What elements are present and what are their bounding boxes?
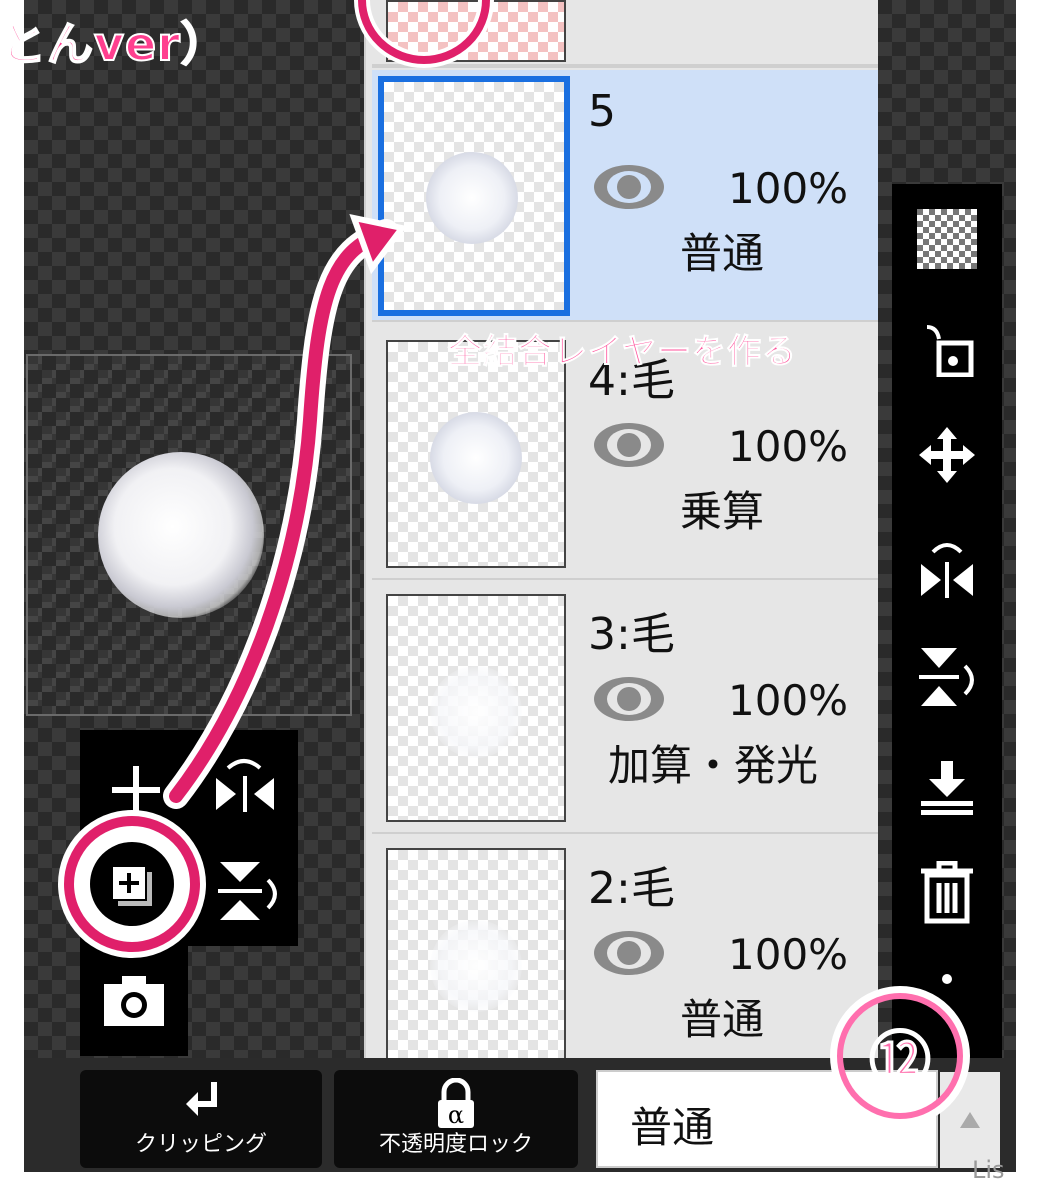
flip-icon[interactable] — [210, 754, 280, 814]
layer-blend-mode: 加算・発光 — [608, 741, 819, 790]
eye-icon[interactable] — [592, 420, 666, 470]
layer-row-partial[interactable] — [372, 0, 878, 68]
layer-thumbnail — [386, 0, 566, 62]
clipping-button[interactable]: クリッピング — [80, 1070, 322, 1168]
alpha-lock-label: 不透明度ロック — [378, 1132, 533, 1157]
add-merged-layer-icon — [90, 842, 174, 926]
step-number: ⑫ — [868, 1024, 931, 1098]
transparency-icon[interactable] — [912, 204, 982, 274]
svg-text:α: α — [448, 1101, 464, 1129]
layer-name: 5 — [588, 86, 616, 137]
layer-row-3[interactable]: 3:毛 100% 加算・発光 — [372, 582, 878, 834]
layer-name: 3:毛 — [588, 609, 675, 660]
clipping-label: クリッピング — [134, 1132, 267, 1157]
merge-layer-icon[interactable] — [912, 312, 982, 382]
flip-horizontal-icon[interactable] — [912, 534, 982, 604]
merge-down-icon[interactable] — [912, 752, 982, 822]
layer-panel: 5 100% 普通 4:毛 100% 乗算 3:毛 100% 加算・発光 2:毛… — [364, 0, 878, 1058]
flip-vertical-icon[interactable] — [214, 856, 284, 926]
eye-icon[interactable] — [592, 928, 666, 978]
annotation-label: 全結合レイヤーを作る — [448, 332, 797, 373]
fluff-ball-image — [98, 452, 264, 618]
layer-opacity: 100% — [728, 676, 849, 725]
add-merged-layer-button[interactable] — [64, 816, 200, 952]
flip-vertical-icon[interactable] — [912, 642, 982, 712]
layer-tools-toolbar — [892, 184, 1002, 1064]
layer-opacity: 100% — [728, 930, 849, 979]
eye-icon[interactable] — [592, 674, 666, 724]
layer-row-2[interactable]: 2:毛 100% 普通 — [372, 836, 878, 1058]
layer-row-5[interactable]: 5 100% 普通 — [372, 70, 878, 322]
layer-blend-mode: 普通 — [680, 229, 765, 278]
layer-blend-mode: 乗算 — [680, 487, 765, 536]
camera-toolbar — [80, 946, 188, 1056]
camera-icon[interactable] — [102, 972, 166, 1028]
move-icon[interactable] — [912, 420, 982, 490]
layer-name: 2:毛 — [588, 863, 675, 914]
blend-mode-value: 普通 — [630, 1103, 715, 1152]
layer-blend-mode: 普通 — [680, 995, 765, 1044]
layer-opacity: 100% — [728, 164, 849, 213]
add-layer-icon[interactable] — [106, 760, 166, 820]
watermark-text: Lis — [972, 1156, 1005, 1184]
layer-opacity: 100% — [728, 422, 849, 471]
caption-title: とんver） — [0, 16, 228, 72]
trash-icon[interactable] — [912, 858, 982, 928]
eye-icon[interactable] — [592, 162, 666, 212]
alpha-lock-button[interactable]: α 不透明度ロック — [334, 1070, 578, 1168]
